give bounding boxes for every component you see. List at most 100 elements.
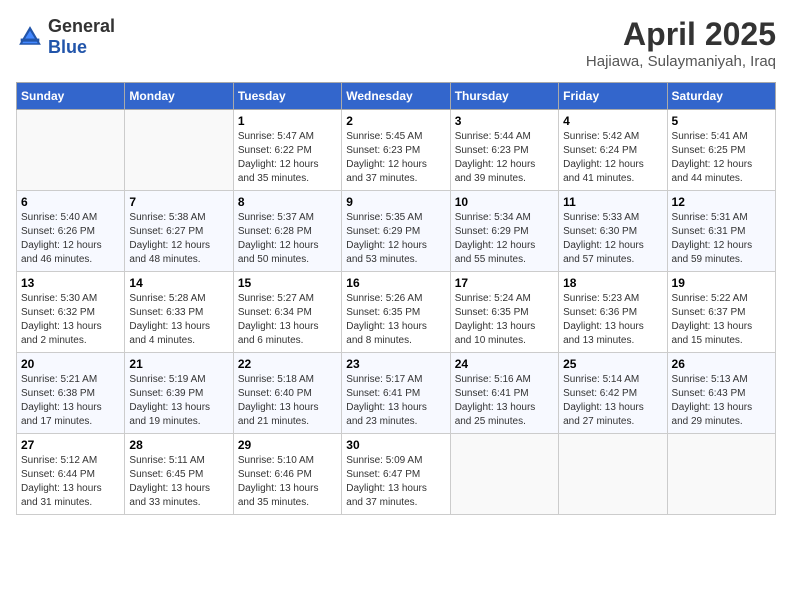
- cell-info: Sunrise: 5:35 AMSunset: 6:29 PMDaylight:…: [346, 211, 445, 267]
- calendar-cell: 5Sunrise: 5:41 AMSunset: 6:25 PMDaylight…: [667, 110, 775, 191]
- cell-date-number: 18: [563, 276, 662, 290]
- calendar-cell: 4 Sunrise: 5:42 AMSunset: 6:24 PMDaylight…: [559, 110, 667, 191]
- calendar-cell: [125, 110, 233, 191]
- weekday-header-tuesday: Tuesday: [233, 83, 341, 110]
- cell-info: Sunrise: 5:13 AMSunset: 6:43 PMDaylight:…: [672, 373, 771, 429]
- cell-info: Sunrise: 5:23 AMSunset: 6:36 PMDaylight:…: [563, 292, 662, 348]
- cell-info: Sunrise: 5:37 AMSunset: 6:28 PMDaylight:…: [238, 211, 337, 267]
- cell-date-number: 16: [346, 276, 445, 290]
- cell-info: Sunrise: 5:45 AMSunset: 6:23 PMDaylight:…: [346, 130, 445, 186]
- cell-info: Sunrise: 5:26 AMSunset: 6:35 PMDaylight:…: [346, 292, 445, 348]
- cell-date-number: 30: [346, 438, 445, 452]
- calendar-cell: [450, 434, 558, 515]
- calendar-cell: 25 Sunrise: 5:14 AMSunset: 6:42 PMDayligh…: [559, 353, 667, 434]
- cell-date-number: 9: [346, 195, 445, 209]
- cell-date-number: 23: [346, 357, 445, 371]
- title-block: April 2025 Hajiawa, Sulaymaniyah, Iraq: [586, 16, 776, 70]
- calendar-cell: 20 Sunrise: 5:21 AMSunset: 6:38 PMDayligh…: [17, 353, 125, 434]
- calendar-cell: 19Sunrise: 5:22 AMSunset: 6:37 PMDayligh…: [667, 272, 775, 353]
- calendar-cell: 28 Sunrise: 5:11 AMSunset: 6:45 PMDayligh…: [125, 434, 233, 515]
- logo-blue: Blue: [48, 37, 87, 57]
- calendar-header-row: SundayMondayTuesdayWednesdayThursdayFrid…: [17, 83, 776, 110]
- calendar-cell: 30 Sunrise: 5:09 AMSunset: 6:47 PMDayligh…: [342, 434, 450, 515]
- calendar-cell: 21 Sunrise: 5:19 AMSunset: 6:39 PMDayligh…: [125, 353, 233, 434]
- cell-info: Sunrise: 5:40 AMSunset: 6:26 PMDaylight:…: [21, 211, 120, 267]
- calendar-week-row: 1 Sunrise: 5:47 AMSunset: 6:22 PMDaylight…: [17, 110, 776, 191]
- cell-date-number: 25: [563, 357, 662, 371]
- cell-date-number: 3: [455, 114, 554, 128]
- calendar-cell: 3 Sunrise: 5:44 AMSunset: 6:23 PMDaylight…: [450, 110, 558, 191]
- calendar-cell: [17, 110, 125, 191]
- location-title: Hajiawa, Sulaymaniyah, Iraq: [586, 53, 776, 70]
- cell-info: Sunrise: 5:24 AMSunset: 6:35 PMDaylight:…: [455, 292, 554, 348]
- calendar-cell: 23 Sunrise: 5:17 AMSunset: 6:41 PMDayligh…: [342, 353, 450, 434]
- cell-date-number: 27: [21, 438, 120, 452]
- cell-info: Sunrise: 5:33 AMSunset: 6:30 PMDaylight:…: [563, 211, 662, 267]
- weekday-header-sunday: Sunday: [17, 83, 125, 110]
- cell-date-number: 17: [455, 276, 554, 290]
- cell-date-number: 24: [455, 357, 554, 371]
- cell-date-number: 21: [129, 357, 228, 371]
- calendar-cell: 16 Sunrise: 5:26 AMSunset: 6:35 PMDayligh…: [342, 272, 450, 353]
- logo-icon: [16, 23, 44, 51]
- cell-info: Sunrise: 5:28 AMSunset: 6:33 PMDaylight:…: [129, 292, 228, 348]
- cell-info: Sunrise: 5:42 AMSunset: 6:24 PMDaylight:…: [563, 130, 662, 186]
- calendar-cell: 2 Sunrise: 5:45 AMSunset: 6:23 PMDaylight…: [342, 110, 450, 191]
- cell-info: Sunrise: 5:10 AMSunset: 6:46 PMDaylight:…: [238, 454, 337, 510]
- weekday-header-saturday: Saturday: [667, 83, 775, 110]
- calendar-cell: 17 Sunrise: 5:24 AMSunset: 6:35 PMDayligh…: [450, 272, 558, 353]
- cell-date-number: 8: [238, 195, 337, 209]
- cell-info: Sunrise: 5:09 AMSunset: 6:47 PMDaylight:…: [346, 454, 445, 510]
- calendar-cell: 26 Sunrise: 5:13 AMSunset: 6:43 PMDayligh…: [667, 353, 775, 434]
- cell-info: Sunrise: 5:11 AMSunset: 6:45 PMDaylight:…: [129, 454, 228, 510]
- cell-date-number: 19: [672, 276, 771, 290]
- cell-info: Sunrise: 5:34 AMSunset: 6:29 PMDaylight:…: [455, 211, 554, 267]
- calendar-cell: 24 Sunrise: 5:16 AMSunset: 6:41 PMDayligh…: [450, 353, 558, 434]
- weekday-header-monday: Monday: [125, 83, 233, 110]
- cell-date-number: 7: [129, 195, 228, 209]
- month-title: April 2025: [586, 16, 776, 53]
- cell-info: Sunrise: 5:19 AMSunset: 6:39 PMDaylight:…: [129, 373, 228, 429]
- calendar-cell: [559, 434, 667, 515]
- cell-date-number: 6: [21, 195, 120, 209]
- calendar-cell: 7 Sunrise: 5:38 AMSunset: 6:27 PMDaylight…: [125, 191, 233, 272]
- calendar-cell: 10Sunrise: 5:34 AMSunset: 6:29 PMDayligh…: [450, 191, 558, 272]
- cell-date-number: 1: [238, 114, 337, 128]
- calendar-cell: 1 Sunrise: 5:47 AMSunset: 6:22 PMDaylight…: [233, 110, 341, 191]
- cell-date-number: 15: [238, 276, 337, 290]
- logo: General Blue: [16, 16, 115, 58]
- cell-info: Sunrise: 5:14 AMSunset: 6:42 PMDaylight:…: [563, 373, 662, 429]
- cell-info: Sunrise: 5:12 AMSunset: 6:44 PMDaylight:…: [21, 454, 120, 510]
- cell-info: Sunrise: 5:27 AMSunset: 6:34 PMDaylight:…: [238, 292, 337, 348]
- cell-date-number: 2: [346, 114, 445, 128]
- cell-info: Sunrise: 5:21 AMSunset: 6:38 PMDaylight:…: [21, 373, 120, 429]
- logo-text: General Blue: [48, 16, 115, 58]
- cell-date-number: 26: [672, 357, 771, 371]
- cell-info: Sunrise: 5:16 AMSunset: 6:41 PMDaylight:…: [455, 373, 554, 429]
- cell-date-number: 29: [238, 438, 337, 452]
- weekday-header-wednesday: Wednesday: [342, 83, 450, 110]
- calendar-cell: 13Sunrise: 5:30 AMSunset: 6:32 PMDayligh…: [17, 272, 125, 353]
- page-header: General Blue April 2025 Hajiawa, Sulayma…: [16, 16, 776, 70]
- calendar-cell: 27 Sunrise: 5:12 AMSunset: 6:44 PMDayligh…: [17, 434, 125, 515]
- weekday-header-thursday: Thursday: [450, 83, 558, 110]
- cell-date-number: 28: [129, 438, 228, 452]
- calendar-week-row: 20 Sunrise: 5:21 AMSunset: 6:38 PMDayligh…: [17, 353, 776, 434]
- calendar-cell: 22Sunrise: 5:18 AMSunset: 6:40 PMDayligh…: [233, 353, 341, 434]
- calendar-cell: 11Sunrise: 5:33 AMSunset: 6:30 PMDayligh…: [559, 191, 667, 272]
- cell-info: Sunrise: 5:17 AMSunset: 6:41 PMDaylight:…: [346, 373, 445, 429]
- cell-date-number: 20: [21, 357, 120, 371]
- cell-info: Sunrise: 5:47 AMSunset: 6:22 PMDaylight:…: [238, 130, 337, 186]
- calendar-cell: 29 Sunrise: 5:10 AMSunset: 6:46 PMDayligh…: [233, 434, 341, 515]
- cell-info: Sunrise: 5:38 AMSunset: 6:27 PMDaylight:…: [129, 211, 228, 267]
- cell-date-number: 12: [672, 195, 771, 209]
- calendar-week-row: 13Sunrise: 5:30 AMSunset: 6:32 PMDayligh…: [17, 272, 776, 353]
- calendar-cell: 15 Sunrise: 5:27 AMSunset: 6:34 PMDayligh…: [233, 272, 341, 353]
- cell-date-number: 4: [563, 114, 662, 128]
- cell-date-number: 14: [129, 276, 228, 290]
- cell-info: Sunrise: 5:44 AMSunset: 6:23 PMDaylight:…: [455, 130, 554, 186]
- cell-info: Sunrise: 5:18 AMSunset: 6:40 PMDaylight:…: [238, 373, 337, 429]
- calendar-week-row: 6 Sunrise: 5:40 AMSunset: 6:26 PMDaylight…: [17, 191, 776, 272]
- calendar-table: SundayMondayTuesdayWednesdayThursdayFrid…: [16, 82, 776, 515]
- cell-date-number: 13: [21, 276, 120, 290]
